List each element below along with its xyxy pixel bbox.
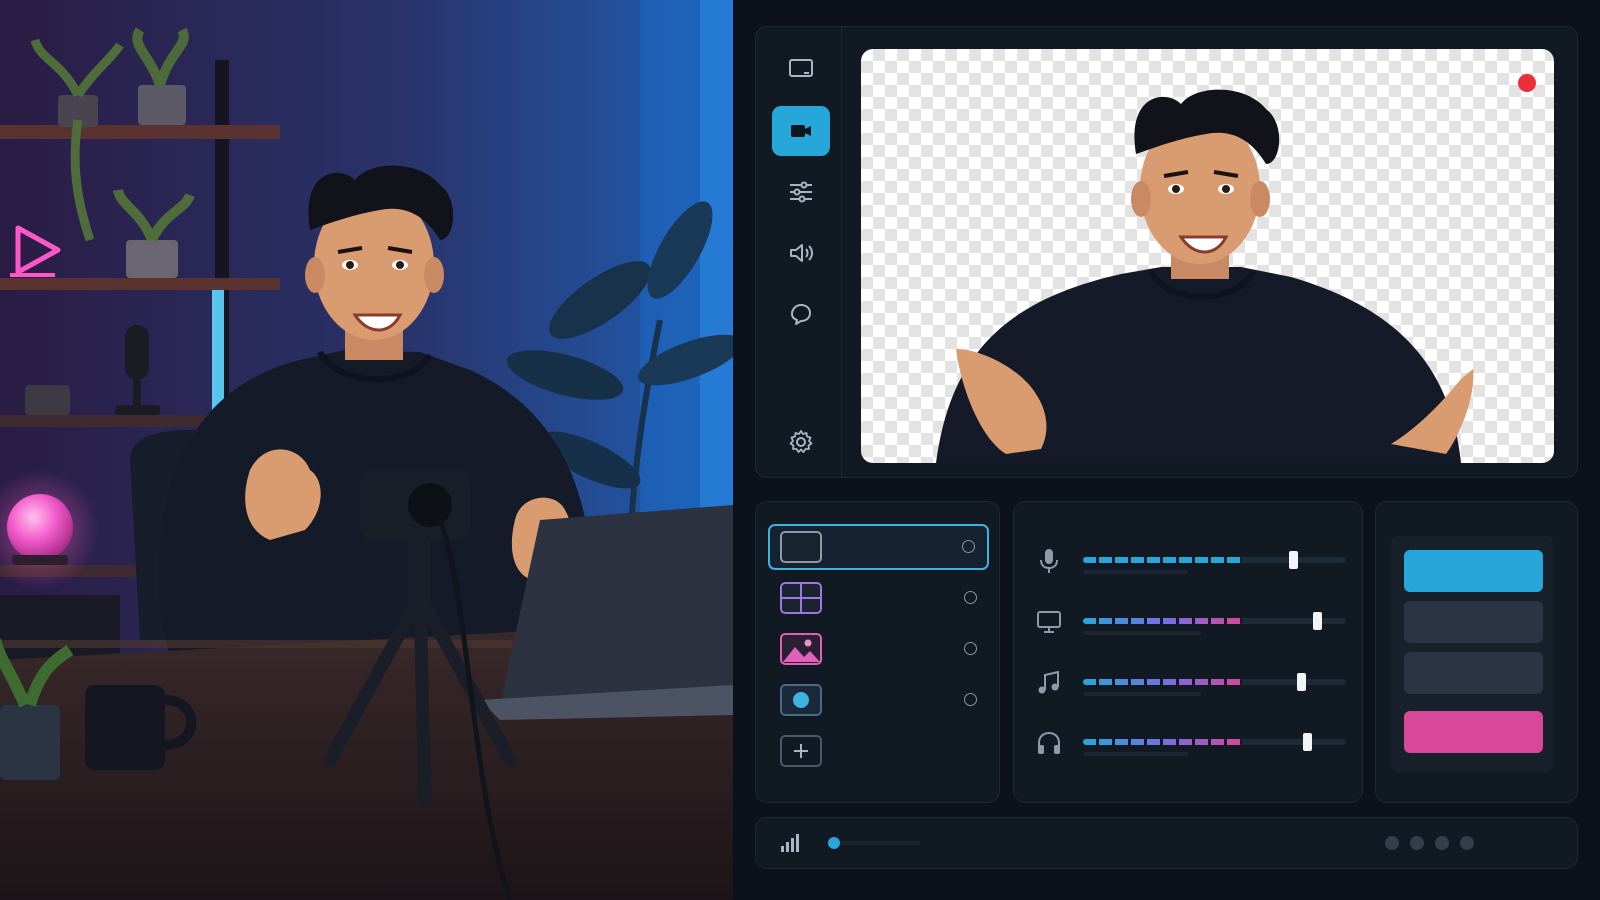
scene-button-1[interactable] [1404, 550, 1543, 592]
sidebar-item-screen[interactable] [772, 43, 830, 93]
video-camera-icon [791, 125, 811, 137]
recording-indicator [1518, 74, 1536, 92]
page-dot[interactable] [1435, 836, 1449, 850]
mixer-channel-desktop [1014, 604, 1362, 644]
source-item-grid[interactable] [768, 575, 989, 621]
audio-mixer-panel [1013, 501, 1363, 803]
scene-button-2[interactable] [1404, 601, 1543, 643]
sources-panel [755, 501, 1000, 803]
mixer-channel-music [1014, 665, 1362, 705]
signal-bars-icon [781, 834, 799, 852]
main-frame [755, 26, 1578, 478]
source-radio[interactable] [964, 642, 977, 655]
mic-level-meter [1083, 551, 1346, 569]
headphones-icon [1038, 731, 1060, 754]
level-segments [1083, 679, 1243, 685]
channel-sub-bar [1083, 631, 1201, 635]
headphones-level-meter [1083, 733, 1346, 751]
display-capture-icon [780, 531, 822, 563]
desktop-level-meter [1083, 612, 1346, 630]
streaming-app [733, 0, 1600, 900]
screen-icon [789, 59, 813, 77]
plus-icon [780, 735, 822, 767]
microphone-icon [1040, 549, 1058, 573]
scene-button-3[interactable] [1404, 652, 1543, 694]
channel-sub-bar [1083, 570, 1188, 574]
sidebar [756, 27, 842, 477]
mixer-channel-headphones [1014, 725, 1362, 765]
scenes-panel [1375, 501, 1578, 803]
presenter-cutout [936, 89, 1474, 463]
page-dot[interactable] [1460, 836, 1474, 850]
desktop-volume-slider[interactable] [1313, 612, 1322, 630]
stream-progress-handle[interactable] [828, 837, 840, 849]
sidebar-item-settings[interactable] [772, 417, 830, 467]
gear-icon [789, 430, 813, 453]
sidebar-item-adjust[interactable] [772, 167, 830, 217]
sidebar-item-chat[interactable] [772, 289, 830, 339]
music-volume-slider[interactable] [1297, 673, 1306, 691]
page-dot[interactable] [1385, 836, 1399, 850]
music-level-meter [1083, 673, 1346, 691]
source-radio[interactable] [964, 591, 977, 604]
sidebar-item-camera[interactable] [772, 106, 830, 156]
streamer-illustration [0, 0, 733, 900]
level-segments [1083, 739, 1243, 745]
music-note-icon [1038, 670, 1059, 694]
monitor-icon [1037, 611, 1061, 633]
add-source-button[interactable] [768, 728, 989, 774]
level-segments [1083, 618, 1243, 624]
source-radio[interactable] [964, 693, 977, 706]
status-bar [755, 817, 1578, 869]
sidebar-item-audio[interactable] [772, 228, 830, 278]
speaker-icon [790, 244, 813, 262]
image-icon [780, 633, 822, 665]
mixer-channel-mic [1014, 543, 1362, 583]
camera-preview[interactable] [861, 49, 1554, 463]
channel-sub-bar [1083, 692, 1201, 696]
grid-layout-icon [780, 582, 822, 614]
page-dot[interactable] [1410, 836, 1424, 850]
camera-source-icon [780, 684, 822, 716]
headphones-volume-slider[interactable] [1303, 733, 1312, 751]
source-item-image[interactable] [768, 626, 989, 672]
level-segments [1083, 557, 1243, 563]
scene-button-4[interactable] [1404, 711, 1543, 753]
stream-progress-track [828, 837, 920, 849]
streamer-scene-art [0, 0, 733, 900]
scene-button-list [1391, 536, 1553, 772]
chat-bubble-icon [791, 304, 811, 325]
mic-volume-slider[interactable] [1289, 551, 1298, 569]
source-item-camera[interactable] [768, 677, 989, 723]
source-item-display[interactable] [768, 524, 989, 570]
sliders-icon [790, 181, 812, 203]
source-radio[interactable] [962, 540, 975, 553]
channel-sub-bar [1083, 752, 1188, 756]
